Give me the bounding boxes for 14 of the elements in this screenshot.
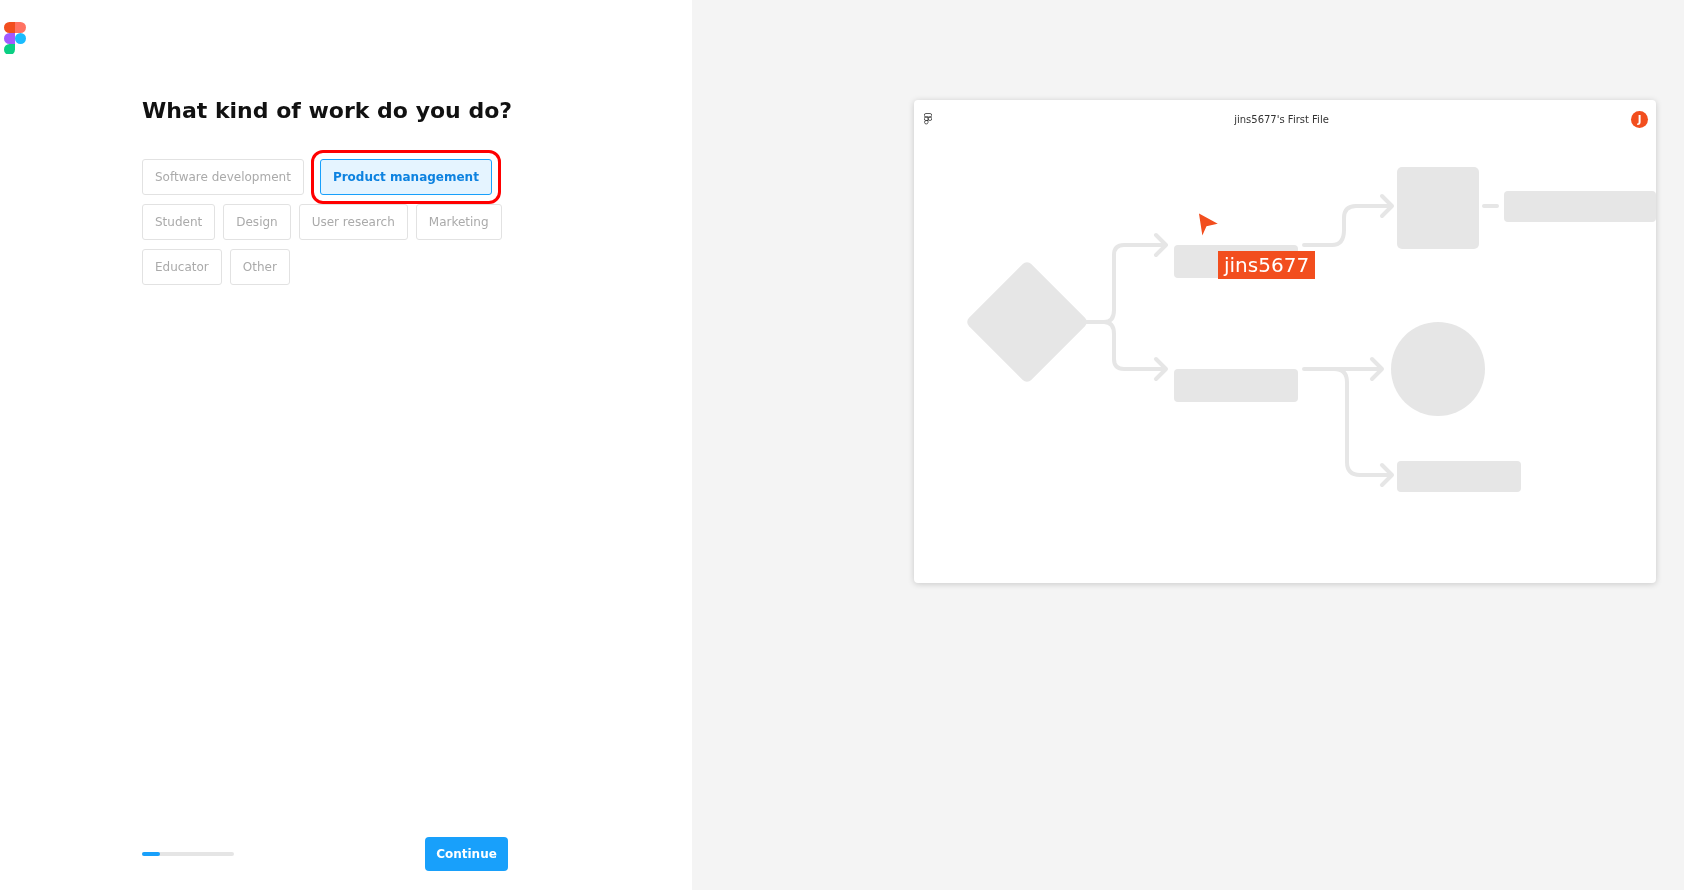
file-title: jins5677's First File	[1234, 113, 1329, 125]
user-avatar: J	[1631, 110, 1648, 128]
option-chip[interactable]: Educator	[142, 249, 222, 285]
option-chip[interactable]: Other	[229, 249, 290, 285]
option-chip[interactable]: Software development	[142, 159, 304, 195]
question-title: What kind of work do you do?	[142, 98, 514, 123]
logo-icon	[924, 113, 932, 125]
continue-button[interactable]: Continue	[425, 837, 508, 871]
option-chip[interactable]: User research	[298, 204, 408, 240]
option-chip[interactable]: Student	[142, 204, 216, 240]
cursor-label: jins5677	[1218, 251, 1316, 279]
logo-icon	[4, 22, 26, 54]
option-chip[interactable]: Marketing	[415, 204, 502, 240]
option-chip[interactable]: Design	[223, 204, 291, 240]
